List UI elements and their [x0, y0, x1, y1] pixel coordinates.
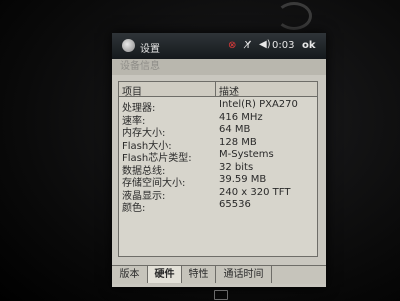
keyboard-icon[interactable] [214, 290, 228, 300]
row-value: Intel(R) PXA270 [219, 99, 298, 110]
table-header: 项目 描述 [119, 82, 317, 98]
table-row[interactable]: 颜色: 65536 [119, 199, 317, 214]
start-menu-icon[interactable] [122, 39, 135, 52]
column-header-item[interactable]: 项目 [122, 83, 142, 98]
table-row[interactable]: 液晶显示: 240 x 320 TFT [119, 186, 317, 202]
row-value: 65536 [219, 199, 251, 210]
table-row[interactable]: 处理器: Intel(R) PXA270 [119, 99, 317, 114]
section-title: 设备信息 [112, 59, 326, 75]
row-value: M-Systems [219, 149, 274, 160]
table-row[interactable]: Flash大小: 128 MB [119, 136, 317, 152]
tab-talk-time[interactable]: 通话时间 [216, 266, 272, 283]
row-value: 64 MB [219, 124, 251, 135]
tab-bar: 版本 硬件 特性 通话时间 [112, 265, 326, 284]
table-row[interactable]: 内存大小: 64 MB [119, 124, 317, 139]
ok-button[interactable]: ok [302, 40, 316, 51]
window-title: 设置 [140, 44, 160, 55]
tab-version[interactable]: 版本 [112, 266, 148, 283]
tab-hardware[interactable]: 硬件 [148, 266, 182, 283]
row-value: 39.59 MB [219, 174, 267, 185]
network-off-icon[interactable]: ⊗ [228, 40, 236, 51]
table-row[interactable]: 数据总线: 32 bits [119, 161, 317, 177]
tab-features[interactable]: 特性 [182, 266, 216, 283]
row-value: 416 MHz [219, 111, 263, 123]
device-screen: 设置 ⊗ Y̸ ◀) 0:03 ok 设备信息 项目 描述 处理器: Intel(… [112, 33, 326, 287]
title-bar: 设置 ⊗ Y̸ ◀) 0:03 ok [112, 33, 326, 59]
column-divider[interactable] [215, 82, 216, 96]
table-row[interactable]: Flash芯片类型: M-Systems [119, 149, 317, 164]
clock-time[interactable]: 0:03 [272, 40, 294, 51]
row-value: 128 MB [219, 136, 257, 148]
row-value: 32 bits [219, 161, 254, 173]
signal-off-icon[interactable]: Y̸ [245, 40, 251, 51]
row-value: 240 x 320 TFT [219, 186, 291, 198]
table-row[interactable]: 速率: 416 MHz [119, 111, 317, 127]
volume-icon[interactable]: ◀) [259, 39, 271, 50]
column-header-description[interactable]: 描述 [219, 83, 239, 98]
device-info-table: 项目 描述 处理器: Intel(R) PXA270 速率: 416 MHz 内存大小:… [118, 81, 318, 257]
brand-logo-icon [276, 2, 312, 30]
table-row[interactable]: 存储空间大小: 39.59 MB [119, 174, 317, 189]
row-label: 颜色: [122, 203, 146, 214]
